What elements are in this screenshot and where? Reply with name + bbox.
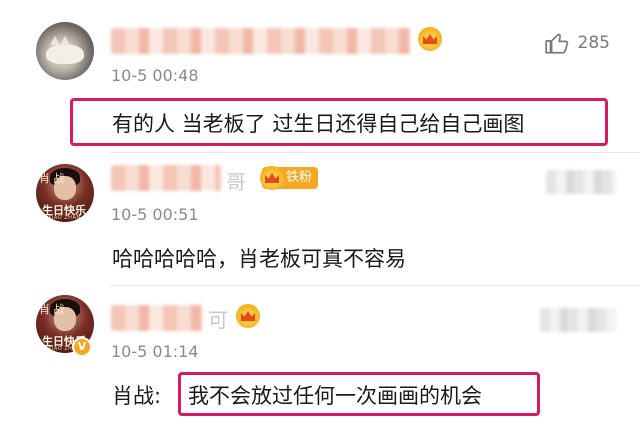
like-button[interactable]: 285 [544, 30, 610, 56]
avatar-text-top: 肖 战 [39, 303, 65, 316]
username-blurred[interactable] [111, 28, 411, 54]
avatar[interactable] [36, 22, 94, 80]
divider [110, 285, 640, 286]
like-button-blurred[interactable] [540, 308, 616, 332]
fan-badge: 铁粉 [260, 166, 319, 190]
avatar-text-top: 肖 战 [39, 172, 65, 185]
avatar[interactable]: 肖 战 生日快乐 XIAO ZHAN [36, 164, 94, 222]
username-tail: 哥 [226, 170, 246, 194]
username-blurred[interactable] [111, 305, 203, 331]
comment-text: 哈哈哈哈哈，肖老板可真不容易 [112, 247, 406, 271]
crown-icon [236, 304, 260, 328]
thumbs-up-icon [544, 33, 568, 54]
crown-icon [260, 166, 284, 190]
fan-badge-label: 铁粉 [286, 170, 313, 185]
comment-text: 我不会放过任何一次画画的机会 [188, 384, 482, 408]
like-count: 285 [577, 33, 610, 53]
timestamp: 10-5 00:51 [111, 205, 199, 224]
timestamp: 10-5 00:48 [111, 66, 199, 85]
timestamp: 10-5 01:14 [111, 342, 199, 361]
crown-icon [418, 27, 442, 51]
verified-icon: V [72, 337, 92, 357]
divider [110, 152, 640, 153]
comment-text: 有的人 当老板了 过生日还得自己给自己画图 [112, 112, 525, 136]
avatar-text-tiny: XIAO ZHAN [48, 215, 81, 221]
speaker-label: 肖战: [112, 384, 162, 408]
like-button-blurred[interactable] [546, 170, 616, 194]
username-blurred[interactable] [111, 165, 221, 191]
username-tail: 可 [208, 308, 228, 332]
